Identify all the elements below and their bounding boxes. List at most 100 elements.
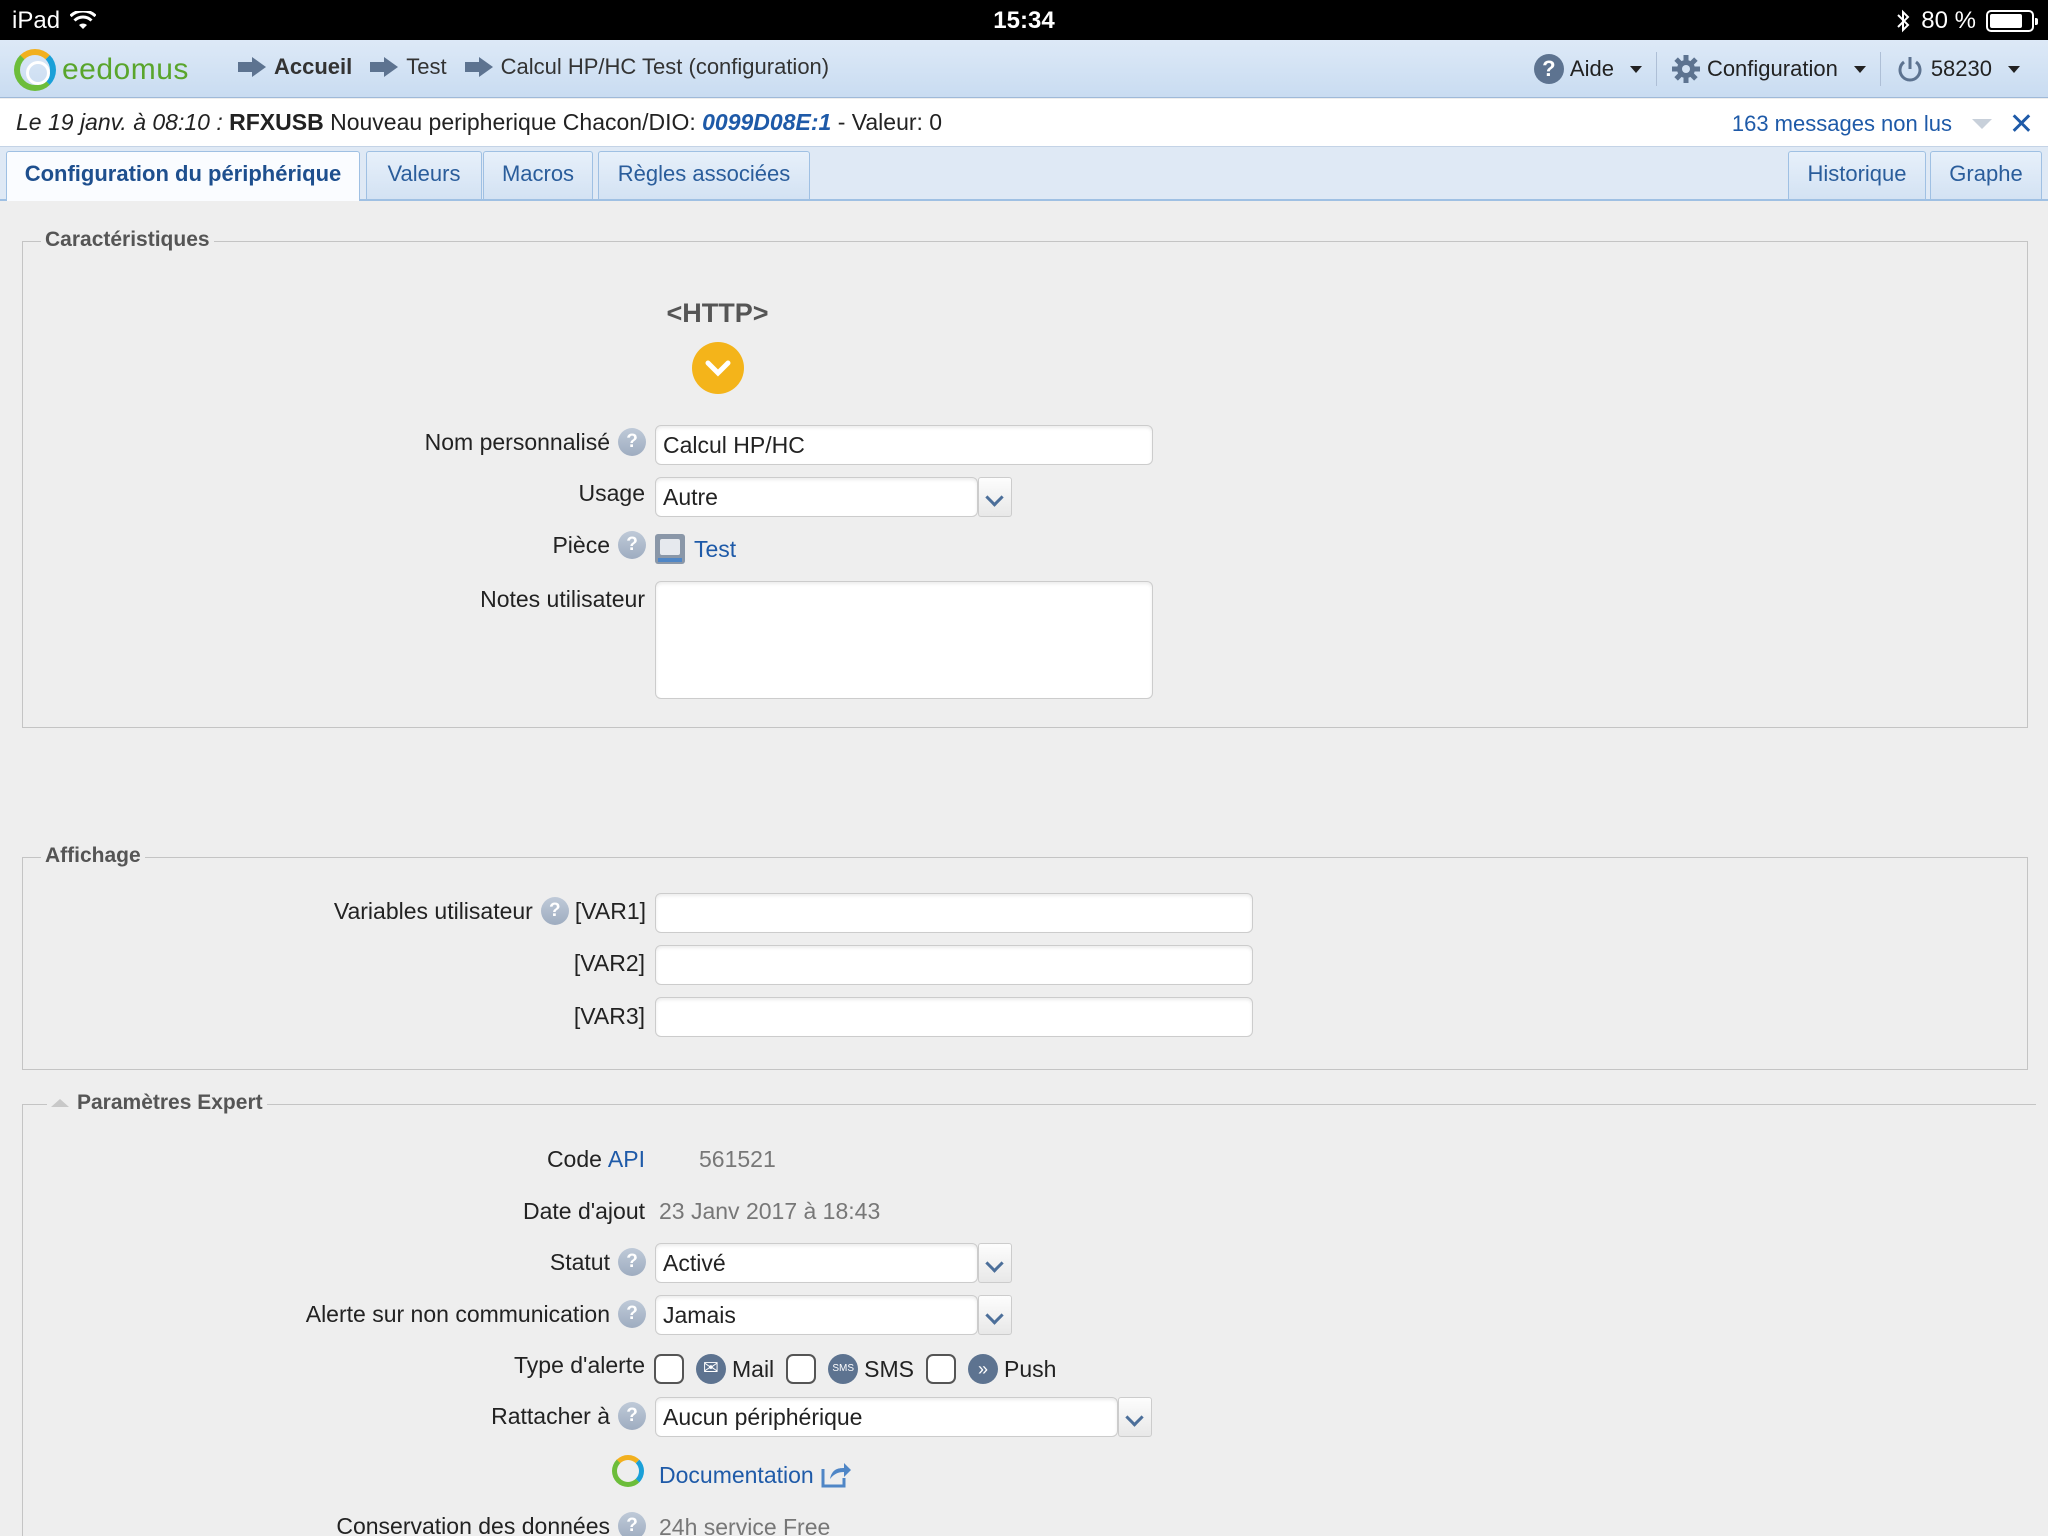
room-value[interactable]: Test — [654, 533, 736, 565]
chevron-down-icon[interactable] — [1118, 1397, 1152, 1437]
tab-historique[interactable]: Historique — [1788, 151, 1926, 199]
notes-textarea[interactable] — [655, 581, 1153, 699]
room-icon — [655, 534, 685, 564]
date-value: 23 Janv 2017 à 18:43 — [659, 1198, 881, 1224]
var3-input[interactable] — [655, 997, 1253, 1037]
notification-value: - Valeur: 0 — [837, 109, 943, 135]
row-code: Code API — [300, 1146, 645, 1173]
arrow-right-icon — [370, 57, 399, 77]
row-conservation: Conservation des données ? — [200, 1512, 646, 1536]
unread-messages-link[interactable]: 163 messages non lus — [1732, 111, 1952, 137]
battery-icon — [1986, 10, 2038, 32]
arrow-right-icon — [238, 57, 266, 77]
tab-regles[interactable]: Règles associées — [598, 151, 810, 199]
mail-checkbox[interactable] — [654, 1354, 684, 1384]
logo-ring-icon — [14, 49, 56, 91]
push-icon: » — [968, 1354, 999, 1384]
http-expand-icon[interactable] — [692, 342, 744, 394]
account-menu[interactable]: 58230 — [1879, 52, 2034, 86]
var1-input[interactable] — [655, 893, 1253, 933]
top-navigation: eedomus Accueil Test Calcul HP/HC Test (… — [0, 40, 2048, 98]
help-icon[interactable]: ? — [618, 1402, 646, 1430]
row-piece: Pièce ? — [300, 531, 646, 559]
legend-expert[interactable]: Paramètres Expert — [47, 1091, 267, 1115]
help-icon[interactable]: ? — [618, 1248, 646, 1276]
alert-select[interactable]: Jamais — [655, 1295, 978, 1335]
status-right: 80 % — [1895, 7, 2038, 35]
notification-source: RFXUSB — [229, 109, 324, 135]
nav-right-menu: ? Aide Configuration 58230 — [1520, 52, 2034, 86]
usage-select[interactable]: Autre — [655, 477, 978, 517]
notification-device-id: 0099D08E:1 — [702, 109, 832, 135]
help-menu[interactable]: ? Aide — [1520, 52, 1656, 86]
user-id: 58230 — [1930, 56, 1992, 81]
caret-down-icon — [1629, 65, 1642, 73]
alert-label: Alerte sur non communication — [305, 1300, 610, 1327]
var1-label: [VAR1] — [574, 897, 646, 924]
breadcrumb-current: Calcul HP/HC Test (configuration) — [464, 54, 830, 80]
var2-label: [VAR2] — [573, 950, 645, 976]
attach-select[interactable]: Aucun périphérique — [655, 1397, 1118, 1437]
row-var1: Variables utilisateur ? [VAR1] — [200, 897, 646, 925]
row-date: Date d'ajout — [300, 1198, 645, 1225]
help-icon[interactable]: ? — [618, 531, 646, 559]
chevron-down-icon[interactable] — [978, 1243, 1012, 1283]
api-link[interactable]: API — [608, 1146, 645, 1173]
usage-label: Usage — [578, 480, 645, 506]
row-alerte: Alerte sur non communication ? — [200, 1300, 646, 1328]
dropdown-arrow-icon[interactable] — [1972, 119, 1992, 129]
status-select[interactable]: Activé — [655, 1243, 978, 1283]
help-icon[interactable]: ? — [618, 1512, 646, 1536]
name-input[interactable]: Calcul HP/HC — [655, 425, 1153, 465]
chevron-down-icon[interactable] — [978, 477, 1012, 517]
ios-status-bar: iPad 15:34 80 % — [0, 0, 2048, 40]
sms-checkbox[interactable] — [786, 1354, 817, 1384]
mail-label: Mail — [732, 1355, 775, 1382]
row-var2: [VAR2] — [400, 950, 645, 977]
chevron-down-icon[interactable] — [978, 1295, 1012, 1335]
help-icon[interactable]: ? — [618, 428, 646, 456]
tab-configuration[interactable]: Configuration du périphérique — [6, 151, 360, 201]
status-label: Statut — [549, 1248, 610, 1275]
configuration-menu[interactable]: Configuration — [1655, 52, 1880, 86]
chevron-down-icon — [705, 360, 731, 377]
code-value: 561521 — [699, 1146, 776, 1172]
row-type-alerte: Type d'alerte — [300, 1352, 645, 1379]
variables-label: Variables utilisateur — [333, 897, 533, 924]
power-icon — [1898, 57, 1922, 82]
breadcrumb-home[interactable]: Accueil — [238, 54, 352, 80]
documentation-logo-icon — [612, 1455, 644, 1487]
legend-expert-label: Paramètres Expert — [77, 1091, 263, 1114]
device-type-label: <HTTP> — [666, 298, 769, 328]
help-icon[interactable]: ? — [540, 897, 569, 925]
breadcrumb-label: Calcul HP/HC Test (configuration) — [500, 54, 830, 79]
var2-input[interactable] — [655, 945, 1253, 985]
tab-macros[interactable]: Macros — [483, 151, 593, 199]
row-statut: Statut ? — [300, 1248, 646, 1276]
eedomus-logo[interactable]: eedomus — [14, 49, 189, 91]
tab-graphe[interactable]: Graphe — [1930, 151, 2042, 199]
clock: 15:34 — [993, 7, 1055, 34]
notification-message[interactable]: Le 19 janv. à 08:10 : RFXUSB Nouveau per… — [16, 109, 942, 136]
notes-label: Notes utilisateur — [480, 586, 645, 612]
push-label: Push — [1004, 1355, 1057, 1382]
documentation-label: Documentation — [659, 1461, 814, 1488]
tab-valeurs[interactable]: Valeurs — [366, 151, 482, 199]
date-label: Date d'ajout — [522, 1198, 645, 1224]
room-link: Test — [694, 535, 737, 562]
alert-type-label: Type d'alerte — [514, 1352, 645, 1378]
configuration-label: Configuration — [1706, 56, 1838, 81]
row-var3: [VAR3] — [400, 1003, 645, 1030]
tab-bar: Configuration du périphérique Valeurs Ma… — [0, 147, 2048, 201]
close-icon[interactable]: ✕ — [2009, 107, 2034, 142]
breadcrumb-label: Accueil — [274, 54, 353, 79]
help-icon[interactable]: ? — [618, 1300, 646, 1328]
code-label: Code — [546, 1146, 602, 1172]
documentation-link[interactable]: Documentation — [659, 1461, 852, 1489]
retention-value: 24h service Free — [659, 1514, 831, 1536]
battery-percent: 80 % — [1921, 7, 1976, 34]
sms-label: SMS — [864, 1355, 915, 1382]
push-checkbox[interactable] — [926, 1354, 957, 1384]
notification-date: Le 19 janv. à 08:10 : — [16, 109, 223, 135]
breadcrumb-room[interactable]: Test — [370, 54, 447, 80]
